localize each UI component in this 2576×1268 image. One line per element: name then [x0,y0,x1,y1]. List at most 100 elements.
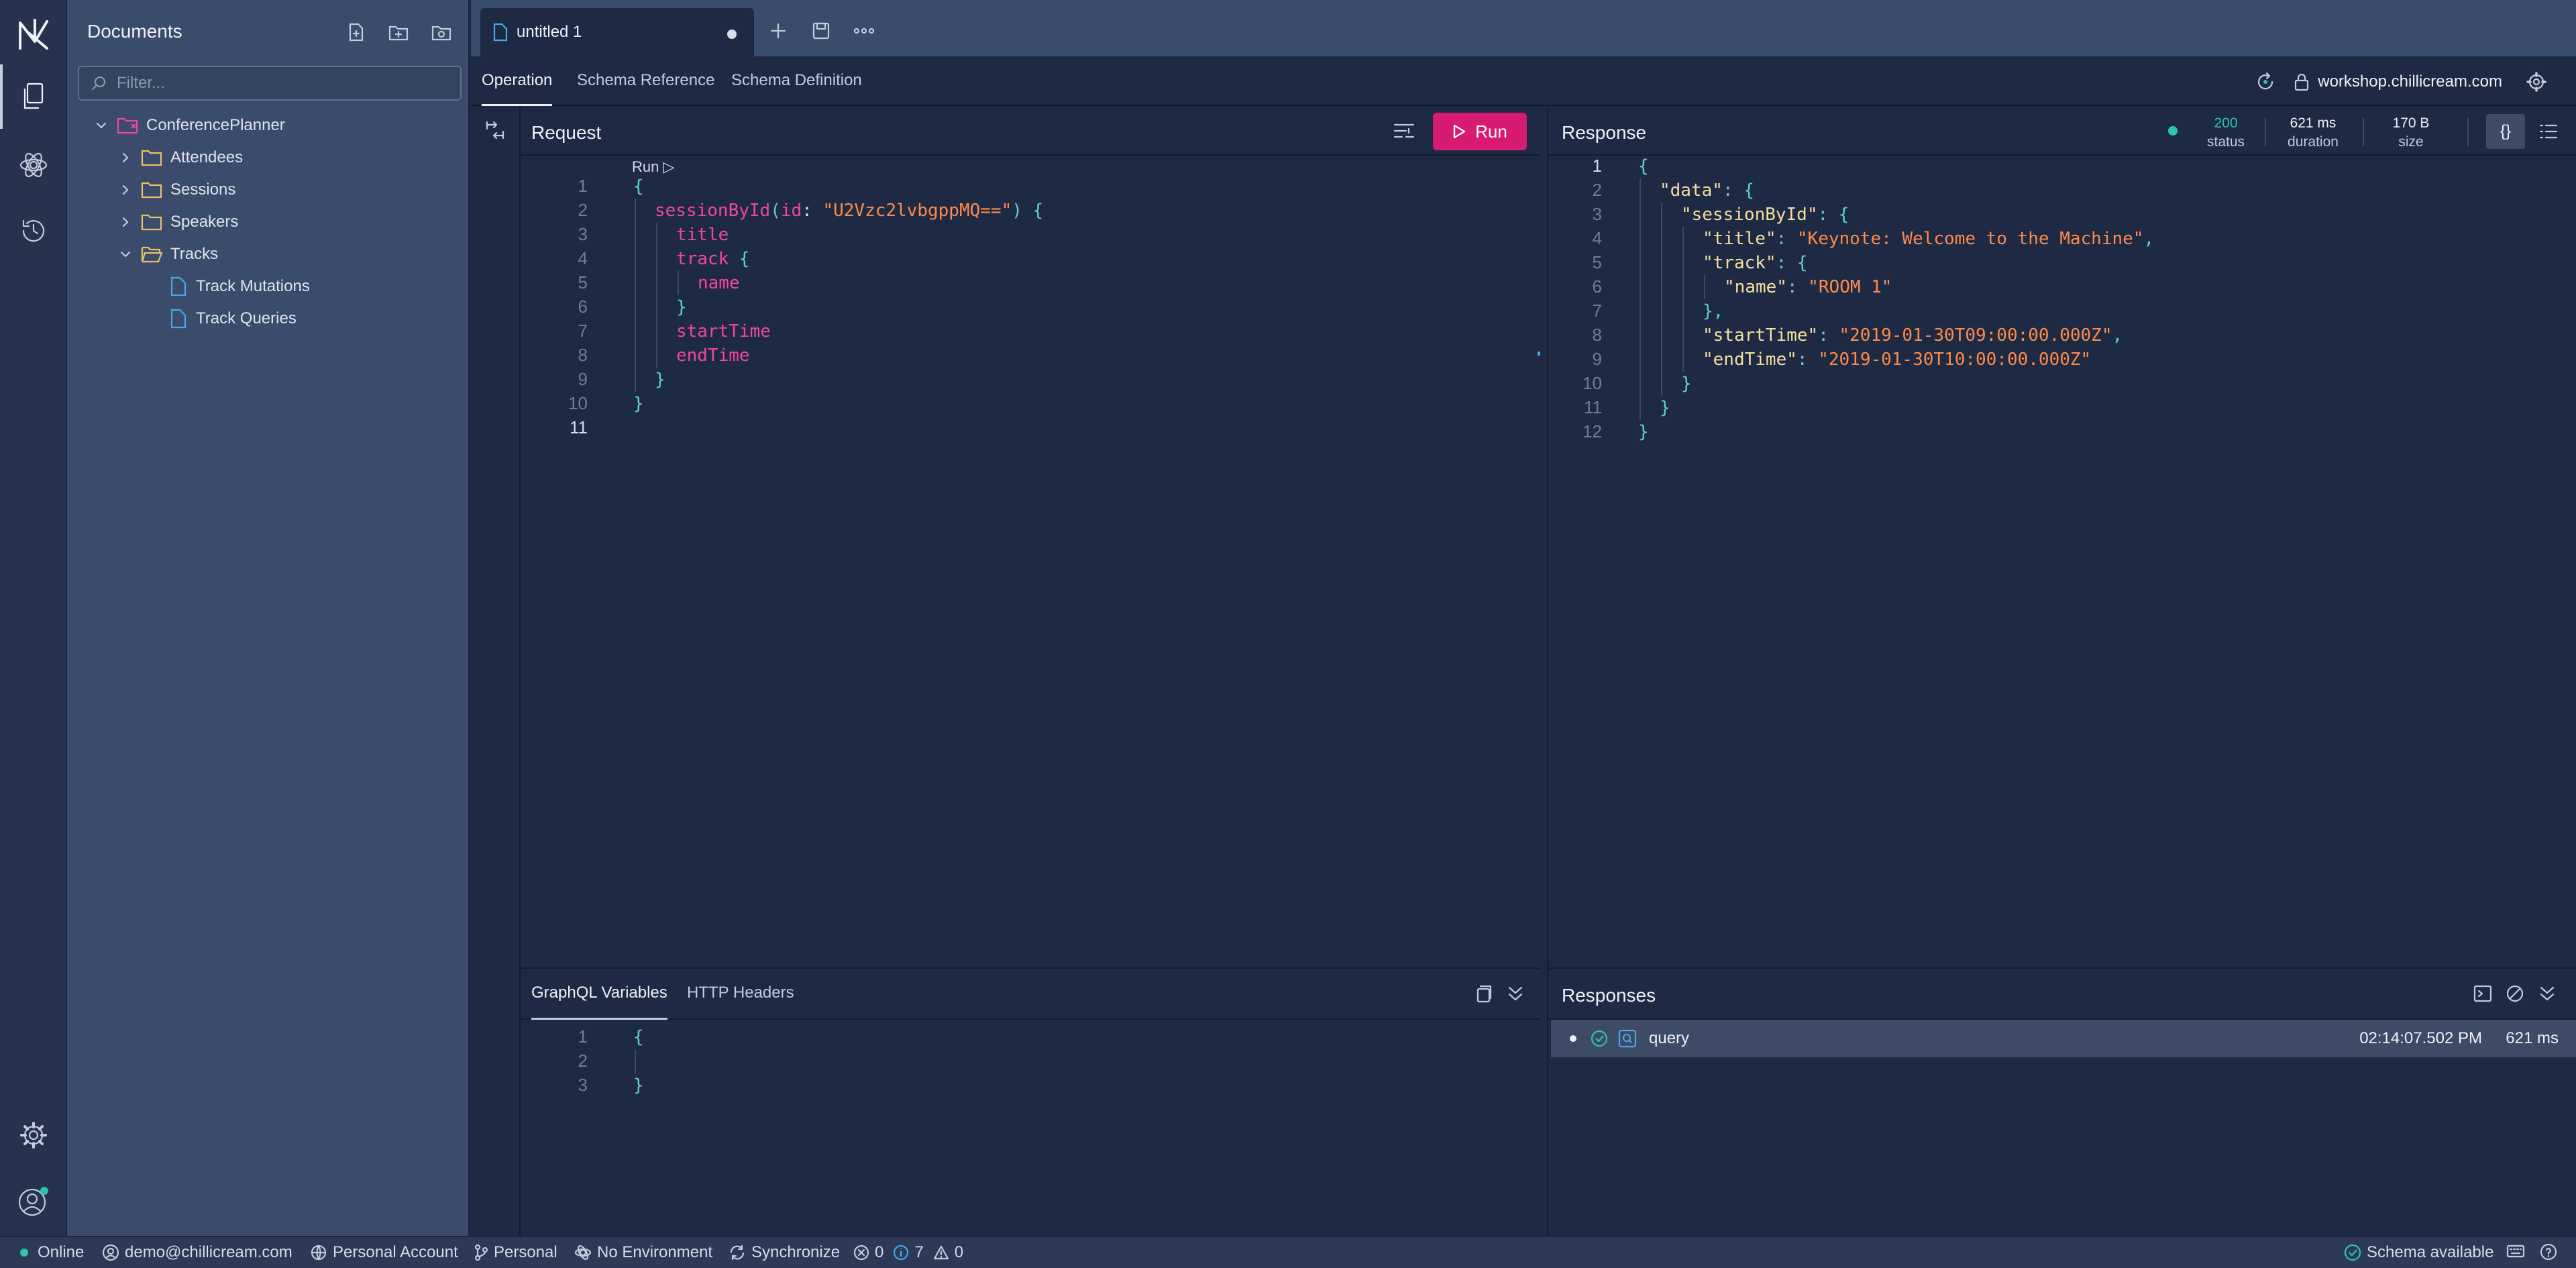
documents-icon[interactable] [0,64,67,129]
json-view-icon[interactable]: {} [2486,114,2525,149]
tree-folder-attendees[interactable]: Attendees [115,142,243,173]
status-stat: 200 status [2199,114,2253,152]
status-online[interactable]: Online [20,1243,84,1262]
size-value: 170 B [2392,115,2430,131]
chevron-down-icon[interactable] [115,244,136,264]
line-number: 1 [578,1026,588,1047]
tab-operation[interactable]: Operation [482,71,553,106]
responses-pane: Responses query 02:14:07.502 PM 621 ms [1547,967,2576,1236]
history-icon[interactable] [0,199,67,263]
warning-count: 0 [954,1243,964,1261]
chevron-right-icon[interactable] [115,180,136,200]
line-number: 11 [1584,397,1602,417]
collapse-panel-icon[interactable] [2537,984,2557,1004]
response-duration: 621 ms [2506,1029,2559,1047]
run-codelens[interactable]: Run ▷ [632,158,674,176]
chevron-right-icon[interactable] [115,148,136,168]
tree-label: Track Mutations [196,277,310,295]
more-options-icon[interactable] [849,16,879,46]
status-workspace[interactable]: Personal [474,1243,557,1262]
account-avatar-icon[interactable] [0,1170,67,1234]
indent-guide [1640,178,1641,420]
account-label: Personal Account [333,1243,458,1261]
tree-doc-track-queries[interactable]: Track Queries [169,303,297,334]
status-user[interactable]: demo@chillicream.com [102,1243,292,1262]
status-account[interactable]: Personal Account [310,1243,458,1262]
copy-icon[interactable] [1473,984,1493,1004]
host-url[interactable]: workshop.chillicream.com [2318,72,2502,91]
folder-icon [141,148,162,167]
keyboard-icon[interactable] [2506,1243,2530,1259]
tree-doc-track-mutations[interactable]: Track Mutations [169,271,310,302]
line-number: 6 [1592,276,1602,297]
line-number: 9 [578,369,588,389]
settings-gear-icon[interactable] [0,1103,67,1167]
open-terminal-icon[interactable] [2473,984,2493,1004]
status-synchronize[interactable]: Synchronize [729,1243,840,1262]
app-logo-icon[interactable] [0,1,67,66]
save-icon[interactable] [806,16,836,46]
status-schema[interactable]: Schema available [2344,1243,2493,1262]
response-header: Response 200 status 621 ms duration 170 … [1548,106,2576,156]
line-number: 3 [578,224,588,244]
connection-settings-icon[interactable] [2526,72,2546,92]
document-icon [492,23,508,42]
json-value: "ROOM 1" [1808,277,1892,297]
tree-folder-sessions[interactable]: Sessions [115,174,235,205]
status-environment[interactable]: No Environment [574,1243,712,1262]
line-number: 8 [578,345,588,365]
chevron-right-icon[interactable] [115,212,136,232]
tree-label: Tracks [170,245,219,263]
responses-title: Responses [1562,985,1656,1006]
chevron-down-icon[interactable] [91,115,111,136]
tab-schema-reference[interactable]: Schema Reference [577,71,714,106]
json-value: "Keynote: Welcome to the Machine" [1796,229,2144,249]
tree-folder-tracks[interactable]: Tracks [115,239,218,270]
tree-view-icon[interactable] [2529,114,2568,149]
code-token: { [633,176,644,197]
refresh-schema-icon[interactable] [2255,71,2276,93]
json-value: "2019-01-30T10:00:00.000Z" [1818,350,2092,370]
help-icon[interactable] [2540,1243,2563,1261]
schema-explorer-icon[interactable] [0,133,67,197]
tab-schema-definition[interactable]: Schema Definition [731,71,862,106]
new-folder-icon[interactable] [384,17,413,47]
tree-folder-speakers[interactable]: Speakers [115,207,238,237]
clear-responses-icon[interactable] [2505,984,2525,1004]
run-button[interactable]: Run [1433,113,1527,150]
new-document-icon[interactable] [341,17,370,47]
collapse-panel-icon[interactable] [1505,984,1525,1004]
folder-icon [141,213,162,231]
add-tab-icon[interactable] [763,16,793,46]
duration-stat: 621 ms duration [2273,114,2353,152]
line-number: 10 [1582,373,1602,393]
code-token: title [676,225,729,245]
document-icon [169,309,188,329]
new-workspace-icon[interactable] [427,17,456,47]
format-options-icon[interactable] [1393,121,1415,141]
tab-http-headers[interactable]: HTTP Headers [687,984,794,1020]
json-key: "endTime" [1703,350,1797,370]
info-count: 7 [914,1243,924,1261]
line-number: 2 [578,1051,588,1071]
response-json-viewer[interactable]: { "data": { "sessionById": { "title": "K… [1638,154,2564,450]
user-email: demo@chillicream.com [125,1243,292,1261]
tree-label: Attendees [170,148,244,166]
filter-input-box[interactable] [78,66,462,101]
variables-editor[interactable]: { } [633,1025,1505,1106]
connection-host[interactable]: workshop.chillicream.com [2255,71,2546,93]
line-number: 12 [1582,421,1602,441]
line-number: 10 [568,393,588,413]
unsaved-dot-icon[interactable] [727,30,737,39]
layout-toggle-icon[interactable] [484,119,506,141]
response-history-row[interactable]: query 02:14:07.502 PM 621 ms [1551,1020,2576,1057]
tab-graphql-variables[interactable]: GraphQL Variables [531,984,667,1020]
code-token: id [780,201,802,221]
filter-input[interactable] [117,74,439,93]
tree-root-conferenceplanner[interactable]: ConferencePlanner [91,110,285,141]
query-editor[interactable]: { sessionById(id: "U2Vzc2lvbgppMQ==") { … [633,174,1505,443]
status-problems[interactable]: 0 7 0 [853,1243,963,1262]
variables-tabs: GraphQL Variables HTTP Headers [521,969,1540,1020]
tab-untitled-1[interactable]: untitled 1 [480,8,754,56]
documents-sidebar: Documents ConferencePlanner Attendees Se… [67,0,470,1236]
